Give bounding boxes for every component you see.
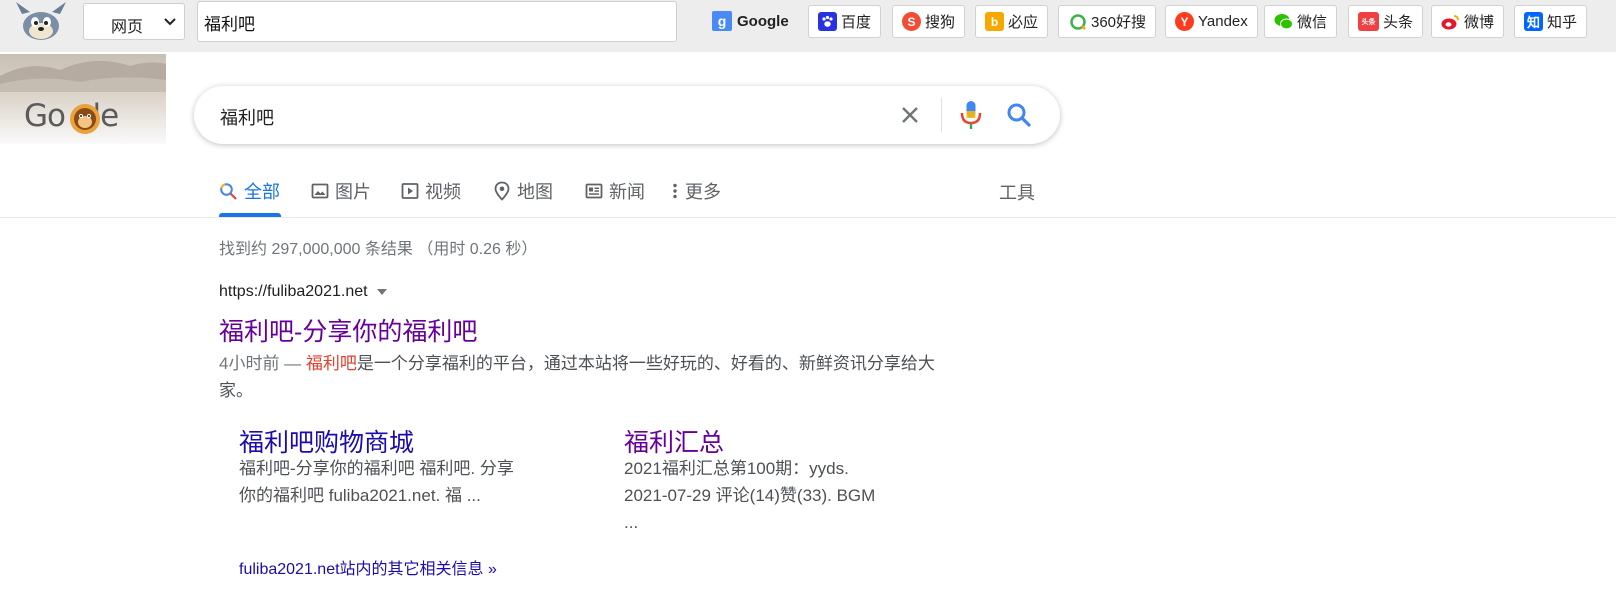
google-engine-label: Google (737, 12, 789, 30)
tools-button[interactable]: 工具 (999, 179, 1035, 205)
baidu-paw-icon (818, 12, 837, 31)
result-url-text: https://fuliba2021.net (219, 283, 368, 300)
engine-button-weibo[interactable]: 微博 (1431, 5, 1505, 38)
engine-button-yandex[interactable]: Y Yandex (1165, 5, 1258, 38)
tab-label: 视频 (425, 182, 461, 202)
chevron-down-icon (164, 18, 176, 26)
header-divider (0, 217, 1616, 218)
engine-button-bing[interactable]: b 必应 (975, 5, 1049, 38)
tab-label: 图片 (335, 182, 371, 202)
search-engine-toolbar: 网页 福利吧 g Google 百度 S 搜狗 b 必应 360好搜 Y Yan… (0, 0, 1616, 52)
video-icon (401, 183, 419, 199)
google-doodle-logo[interactable]: Go gle (0, 54, 166, 144)
more-vert-icon (673, 183, 677, 199)
weibo-icon (1441, 12, 1460, 31)
tab-videos[interactable]: 视频 (401, 179, 461, 203)
engine-label: 360好搜 (1091, 14, 1147, 31)
tab-news[interactable]: 新闻 (585, 179, 645, 203)
image-icon (311, 183, 329, 199)
sitelink-title-shop[interactable]: 福利吧购物商城 (239, 423, 414, 459)
google-g-icon: g (712, 11, 732, 31)
sitelink-title-summary[interactable]: 福利汇总 (624, 423, 724, 459)
tab-all[interactable]: 全部 (219, 179, 280, 203)
engine-button-sogou[interactable]: S 搜狗 (892, 5, 966, 38)
engine-label: 必应 (1008, 14, 1039, 31)
sitelink-snippet: 2021福利汇总第100期：yyds. 2021-07-29 评论(14)赞(3… (624, 459, 876, 532)
result-highlight: 福利吧 (305, 354, 357, 373)
searchbox-divider (941, 98, 942, 132)
bing-icon: b (985, 12, 1004, 31)
result-title-link[interactable]: 福利吧-分享你的福利吧 (219, 312, 477, 348)
microphone-icon[interactable] (959, 99, 983, 131)
tom-cat-mascot-icon (16, 2, 66, 40)
clear-icon[interactable] (898, 103, 922, 127)
result-snippet: 4小时前 — 福利吧是一个分享福利的平台，通过本站将一些好玩的、好看的、新鲜资讯… (219, 350, 967, 404)
engine-label: 百度 (841, 14, 872, 31)
engine-label: 搜狗 (925, 14, 956, 31)
google-engine-button[interactable]: g Google (712, 9, 789, 33)
tab-more[interactable]: 更多 (671, 179, 721, 203)
360-icon (1068, 12, 1087, 31)
toutiao-icon: 头条 (1358, 12, 1379, 31)
tab-label: 新闻 (609, 182, 645, 202)
doodle-landscape (0, 60, 166, 92)
google-search-box[interactable]: 福利吧 (194, 86, 1060, 144)
more-from-site-link[interactable]: fuliba2021.net站内的其它相关信息 » (239, 555, 497, 579)
news-icon (585, 183, 603, 199)
engine-label: 头条 (1383, 14, 1414, 31)
search-icon[interactable] (1006, 102, 1032, 128)
result-stats: 找到约 297,000,000 条结果 （用时 0.26 秒） (219, 241, 538, 258)
engine-button-zhihu[interactable]: 知 知乎 (1514, 5, 1588, 38)
search-input[interactable]: 福利吧 (220, 104, 274, 130)
wechat-icon (1274, 12, 1293, 31)
engine-button-baidu[interactable]: 百度 (808, 5, 882, 38)
tab-images[interactable]: 图片 (311, 179, 371, 203)
map-pin-icon (494, 181, 510, 201)
search-icon (220, 182, 237, 200)
caret-down-icon[interactable] (376, 289, 387, 295)
result-url[interactable]: https://fuliba2021.net (219, 283, 387, 301)
engine-label: Yandex (1198, 13, 1248, 30)
zhihu-icon: 知 (1524, 12, 1543, 31)
result-date: 4小时前 — (219, 354, 302, 373)
engine-button-toutiao[interactable]: 头条 头条 (1348, 5, 1424, 38)
engine-label: 知乎 (1547, 14, 1578, 31)
engine-type-select[interactable]: 网页 (83, 3, 185, 40)
engine-button-360[interactable]: 360好搜 (1058, 5, 1157, 38)
sitelink-snippet: 福利吧-分享你的福利吧 福利吧. 分享你的福利吧 fuliba2021.net.… (239, 459, 514, 505)
tab-maps[interactable]: 地图 (493, 179, 553, 203)
yandex-icon: Y (1175, 12, 1194, 31)
tab-label: 地图 (517, 182, 553, 202)
sogou-icon: S (902, 12, 921, 31)
toolbar-search-input[interactable]: 福利吧 (197, 1, 677, 42)
engine-button-wechat[interactable]: 微信 (1264, 5, 1338, 38)
engine-type-value: 网页 (111, 19, 144, 36)
tab-label: 更多 (685, 182, 721, 202)
tab-label: 全部 (244, 182, 280, 202)
engine-label: 微博 (1464, 14, 1495, 31)
monkey-face-icon (70, 104, 100, 134)
engine-label: 微信 (1297, 14, 1328, 31)
